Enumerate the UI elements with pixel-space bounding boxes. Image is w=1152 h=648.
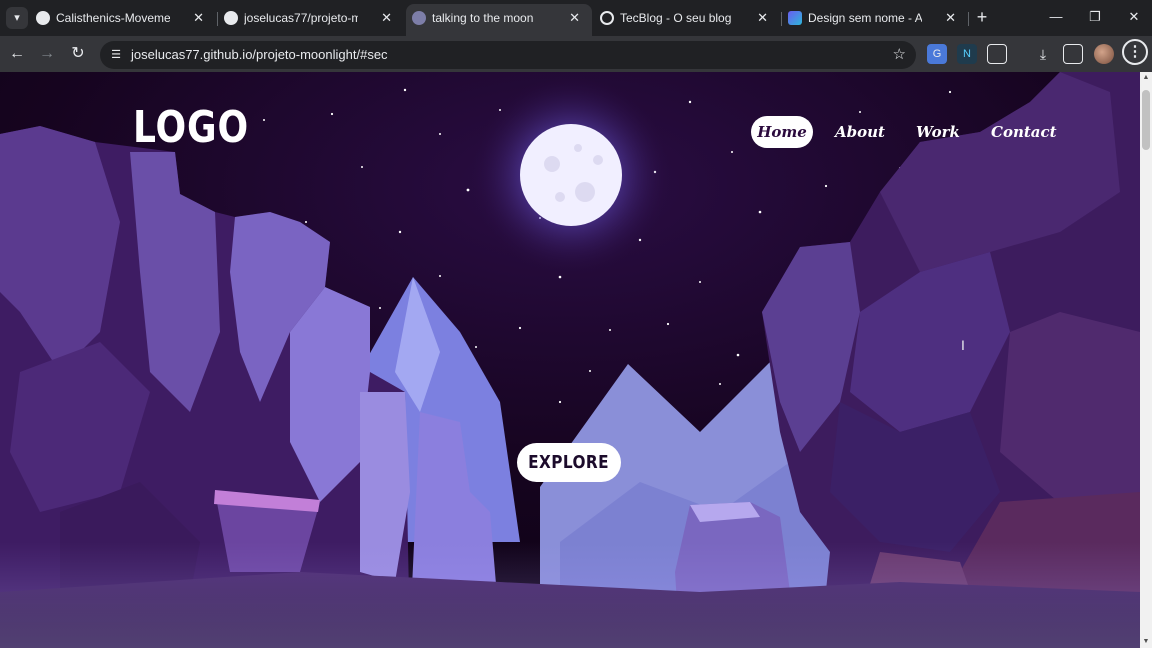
nav-work-link[interactable]: Work bbox=[915, 116, 961, 148]
nav-about-link[interactable]: About bbox=[835, 116, 885, 148]
extension-icon[interactable]: N bbox=[957, 44, 977, 64]
tab-title: joselucas77/projeto-moonlig bbox=[244, 11, 358, 25]
side-panel-icon[interactable] bbox=[1063, 44, 1083, 64]
page-icon bbox=[412, 11, 426, 25]
scrollbar-thumb[interactable] bbox=[1142, 90, 1150, 150]
text-cursor-icon: Ι bbox=[961, 337, 965, 353]
url-text[interactable]: joselucas77.github.io/projeto-moonlight/… bbox=[131, 41, 388, 69]
address-bar[interactable]: ☰ joselucas77.github.io/projeto-moonligh… bbox=[100, 41, 916, 69]
scroll-up-arrow-icon[interactable]: ▲ bbox=[1140, 72, 1152, 84]
translate-extension-icon[interactable]: G bbox=[927, 44, 947, 64]
canva-icon bbox=[788, 11, 802, 25]
explore-button[interactable]: EXPLORE bbox=[517, 443, 621, 482]
scroll-down-arrow-icon[interactable]: ▼ bbox=[1140, 636, 1152, 648]
close-icon[interactable]: ✕ bbox=[193, 4, 204, 32]
profile-avatar[interactable] bbox=[1094, 44, 1114, 64]
tab-calisthenics[interactable]: Calisthenics-Movements/RE/ ✕ bbox=[30, 4, 216, 36]
tab-title: talking to the moon bbox=[432, 11, 534, 25]
close-icon[interactable]: ✕ bbox=[945, 4, 956, 32]
tab-tecblog[interactable]: TecBlog - O seu blog de tec ✕ bbox=[594, 4, 780, 36]
tab-divider bbox=[968, 12, 969, 26]
extensions-puzzle-icon[interactable] bbox=[987, 44, 1007, 64]
bookmark-star-icon[interactable]: ☆ bbox=[893, 41, 906, 69]
site-settings-icon[interactable]: ☰ bbox=[108, 47, 124, 63]
github-icon bbox=[36, 11, 50, 25]
tab-talking-to-the-moon[interactable]: talking to the moon ✕ bbox=[406, 4, 592, 36]
reload-button[interactable]: ↻ bbox=[66, 42, 90, 66]
tab-design-sem-nome[interactable]: Design sem nome - Apresen ✕ bbox=[782, 4, 968, 36]
close-icon[interactable]: ✕ bbox=[569, 4, 580, 32]
night-landscape-illustration bbox=[0, 72, 1140, 648]
close-icon[interactable]: ✕ bbox=[381, 4, 392, 32]
download-icon[interactable]: ⤓ bbox=[1033, 44, 1053, 64]
minimize-button[interactable]: — bbox=[1042, 6, 1070, 28]
new-tab-button[interactable]: + bbox=[972, 6, 992, 28]
explore-button-label: EXPLORE bbox=[528, 452, 610, 473]
tab-search-button[interactable]: ▾ bbox=[6, 7, 28, 29]
github-icon bbox=[224, 11, 238, 25]
browser-toolbar: ← → ↻ ☰ joselucas77.github.io/projeto-mo… bbox=[0, 36, 1152, 72]
restore-button[interactable]: ❐ bbox=[1081, 6, 1109, 28]
page-scrollbar[interactable]: ▲ ▼ bbox=[1140, 72, 1152, 648]
tab-title: Calisthenics-Movements/RE/ bbox=[56, 11, 170, 25]
tab-strip: ▾ Calisthenics-Movements/RE/ ✕ joselucas… bbox=[0, 0, 1152, 36]
moon bbox=[520, 124, 622, 226]
site-logo[interactable]: LOGO bbox=[133, 102, 249, 153]
main-nav: Home About Work Contact bbox=[751, 116, 1057, 148]
tab-title: TecBlog - O seu blog de tec bbox=[620, 11, 734, 25]
forward-button[interactable]: → bbox=[35, 42, 59, 66]
window-close-button[interactable]: ✕ bbox=[1120, 6, 1148, 28]
mist bbox=[0, 542, 1140, 648]
close-icon[interactable]: ✕ bbox=[757, 4, 768, 32]
tab-projeto-moonlight[interactable]: joselucas77/projeto-moonlig ✕ bbox=[218, 4, 404, 36]
browser-menu-button[interactable]: ⋮ bbox=[1122, 39, 1148, 65]
globe-icon bbox=[600, 11, 614, 25]
back-button[interactable]: ← bbox=[5, 42, 29, 66]
tab-title: Design sem nome - Apresen bbox=[808, 11, 922, 25]
nav-home-link[interactable]: Home bbox=[751, 116, 813, 148]
page-viewport: LOGO Home About Work Contact EXPLORE Ι bbox=[0, 72, 1140, 648]
nav-contact-link[interactable]: Contact bbox=[991, 116, 1057, 148]
